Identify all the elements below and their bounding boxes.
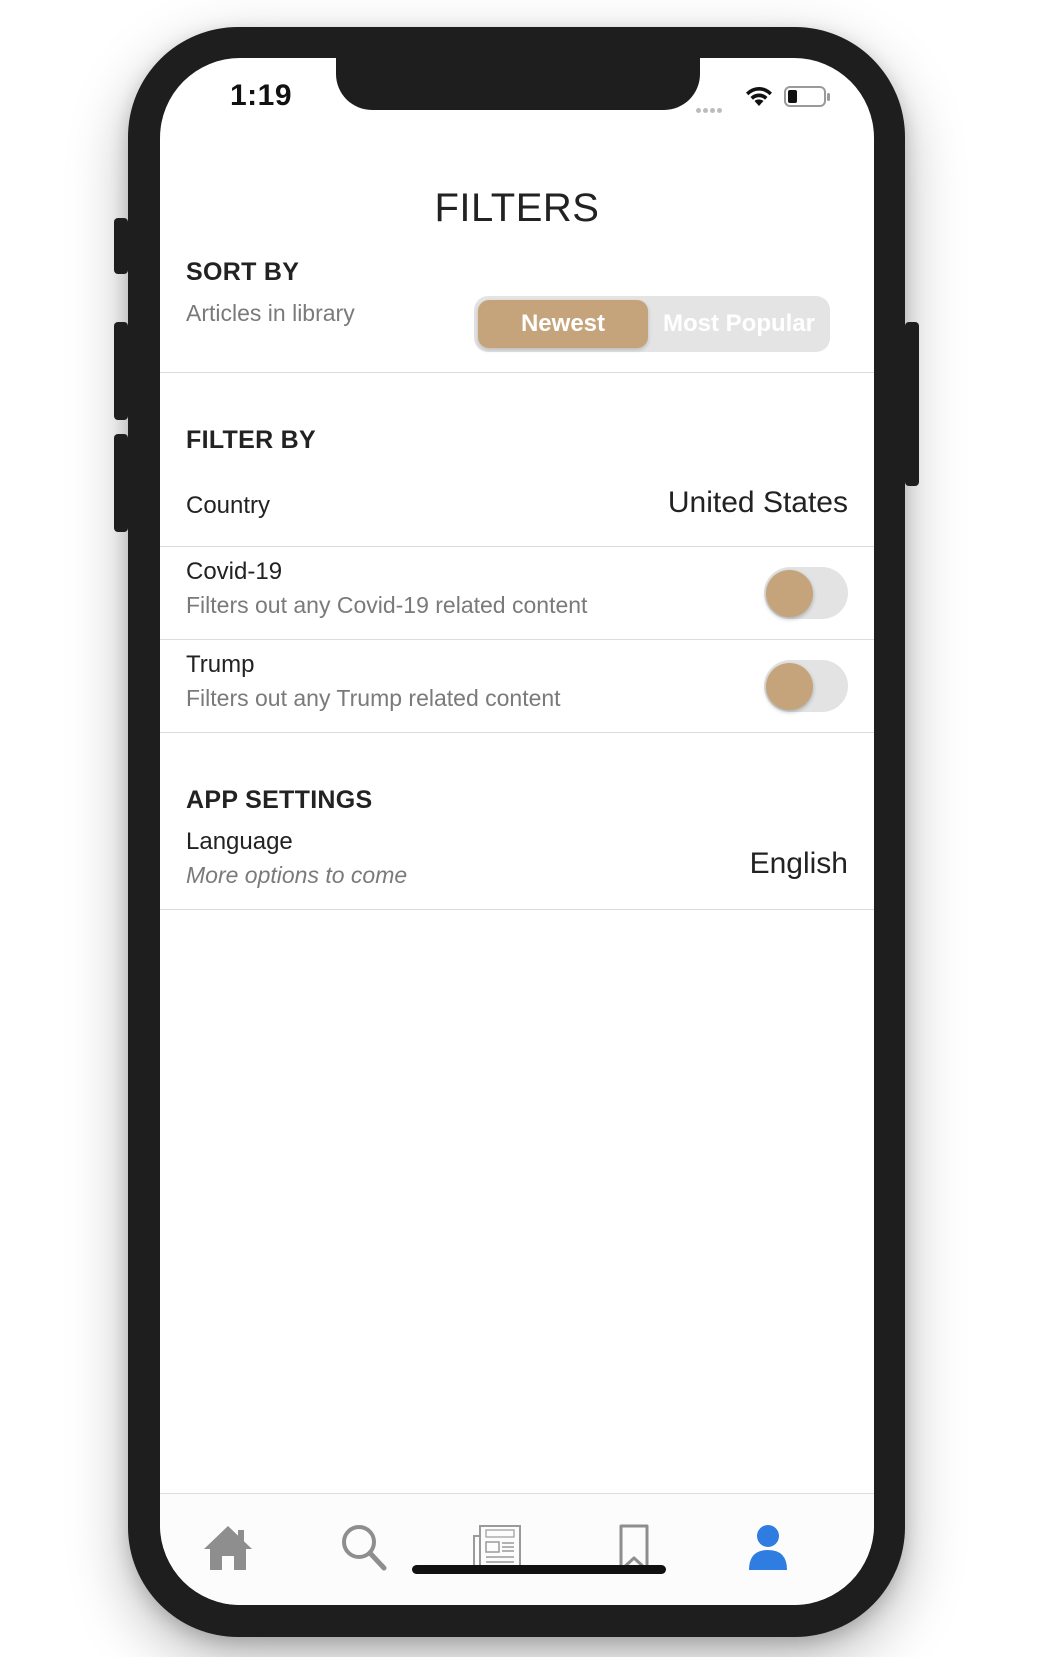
filter-by-header: FILTER BY xyxy=(186,426,317,454)
status-icons xyxy=(696,84,838,114)
tab-bar xyxy=(160,1493,874,1605)
divider xyxy=(160,372,874,373)
sort-segmented-control: Newest Most Popular xyxy=(474,296,830,352)
status-time: 1:19 xyxy=(230,79,293,112)
sort-option-most-popular[interactable]: Most Popular xyxy=(652,300,826,348)
trump-filter-label: Trump xyxy=(186,651,255,678)
covid-filter-toggle[interactable] xyxy=(764,567,848,619)
page-title: FILTERS xyxy=(434,186,600,230)
app-settings-header: APP SETTINGS xyxy=(186,786,373,814)
covid-filter-description: Filters out any Covid-19 related content xyxy=(186,592,588,618)
divider xyxy=(160,546,874,547)
notch xyxy=(336,58,700,110)
country-label: Country xyxy=(186,492,271,519)
divider xyxy=(160,909,874,910)
search-icon[interactable] xyxy=(334,1518,394,1578)
language-label: Language xyxy=(186,828,293,855)
divider xyxy=(160,732,874,733)
home-icon[interactable] xyxy=(198,1518,258,1578)
trump-filter-description: Filters out any Trump related content xyxy=(186,685,561,711)
power-button xyxy=(905,322,919,486)
divider xyxy=(160,639,874,640)
language-value[interactable]: English xyxy=(750,847,848,881)
sort-option-newest[interactable]: Newest xyxy=(478,300,648,348)
sort-by-subtitle: Articles in library xyxy=(186,300,355,326)
toggle-knob xyxy=(766,570,813,617)
mute-switch xyxy=(114,218,128,274)
toggle-knob xyxy=(766,663,813,710)
wifi-icon xyxy=(746,87,772,106)
country-value[interactable]: United States xyxy=(668,486,848,520)
volume-down-button xyxy=(114,434,128,532)
screen: 1:19 FILTERS SORT BY Articles in library… xyxy=(160,58,874,1605)
trump-filter-toggle[interactable] xyxy=(764,660,848,712)
volume-up-button xyxy=(114,322,128,420)
phone-frame: 1:19 FILTERS SORT BY Articles in library… xyxy=(114,27,919,1637)
profile-icon[interactable] xyxy=(738,1518,798,1578)
covid-filter-label: Covid-19 xyxy=(186,558,283,585)
sort-by-header: SORT BY xyxy=(186,258,300,286)
cellular-signal-icon xyxy=(696,100,724,118)
battery-icon xyxy=(784,86,830,107)
language-note: More options to come xyxy=(186,862,408,888)
home-indicator xyxy=(412,1565,666,1574)
